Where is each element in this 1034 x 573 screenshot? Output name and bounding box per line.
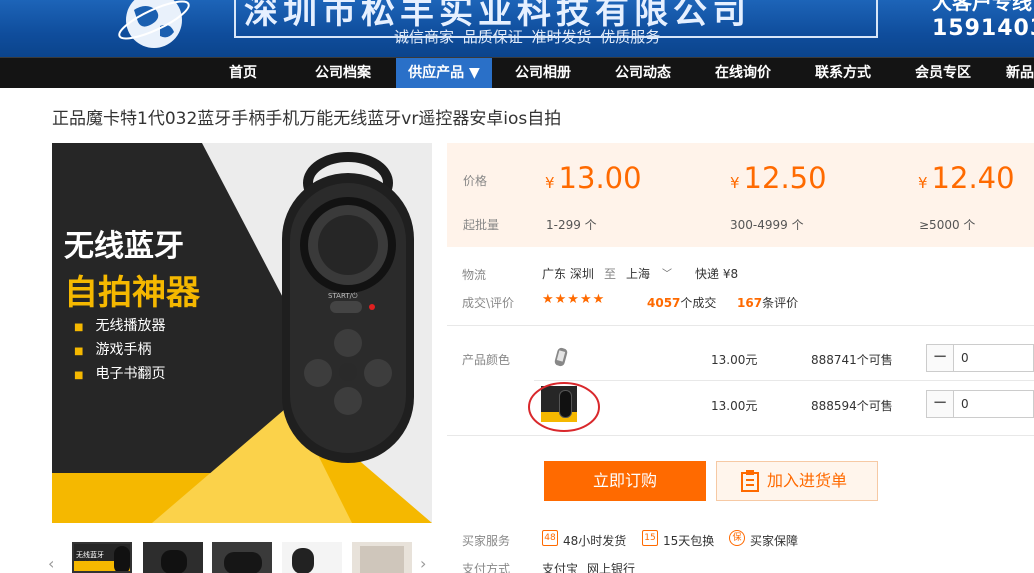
hotline-number: 15914031 (932, 16, 1034, 41)
payment-method: 网上银行 (587, 562, 636, 573)
minus-button[interactable]: − (927, 345, 954, 371)
nav-item-members[interactable]: 会员专区 (906, 58, 980, 88)
price-tier-1: ¥13.00 (545, 161, 642, 195)
thumbnail[interactable] (212, 542, 272, 573)
divider (447, 435, 1034, 436)
add-to-cart-button[interactable]: 加入进货单 (716, 461, 878, 501)
variant-stock: 888741个可售 (811, 353, 893, 367)
nav-item-new[interactable]: 新品 (1006, 58, 1034, 88)
ship-from: 广东 深圳 (542, 267, 594, 281)
express-fee: 快递 ¥8 (695, 267, 739, 281)
nav-item-company-profile[interactable]: 公司档案 (306, 58, 380, 88)
variant-swatch-1[interactable] (546, 342, 582, 378)
highlight-circle-annotation (528, 382, 600, 432)
48h-shipping-icon: 48 (542, 530, 558, 546)
color-label: 产品颜色 (462, 353, 511, 367)
divider (534, 380, 1034, 381)
quantity-stepper[interactable]: − 0 (926, 344, 1034, 372)
main-nav: 首页 公司档案 供应产品 ▼ 公司相册 公司动态 在线询价 联系方式 会员专区 … (0, 57, 1034, 88)
globe-logo-icon (118, 0, 190, 48)
slogan: 诚信商家 品质保证 准时发货 优质服务 (394, 28, 661, 46)
thumb-prev-icon[interactable]: ‹ (48, 554, 60, 573)
price-panel: 价格 起批量 ¥13.00 1-299 个 ¥12.50 300-4999 个 … (447, 143, 1034, 247)
site-header: 深圳市松羊实业科技有限公司 诚信商家 品质保证 准时发货 优质服务 大客户专线 … (0, 0, 1034, 57)
thumb-caption: 自拍神器 (76, 561, 108, 570)
ship-to-select[interactable]: 上海 (626, 265, 650, 282)
payment-label: 支付方式 (462, 562, 511, 573)
quantity-input[interactable]: 0 (961, 397, 969, 411)
payment-method: 支付宝 (542, 562, 579, 573)
divider (447, 325, 1034, 326)
variant-price: 13.00元 (711, 353, 758, 367)
15day-exchange-icon: 15 (642, 530, 658, 546)
service-item: 48小时发货 (563, 534, 627, 548)
ship-to-word: 至 (604, 267, 617, 281)
logistics-label: 物流 (462, 268, 487, 282)
thumbnail[interactable] (143, 542, 203, 573)
thumbnail-strip: ‹ 无线蓝牙 自拍神器 › (48, 542, 432, 573)
price-tier-2: ¥12.50 (730, 161, 827, 195)
nav-item-home[interactable]: 首页 (214, 58, 272, 88)
price-tier-3: ¥12.40 (918, 161, 1015, 195)
image-headline: 无线蓝牙 (64, 229, 184, 264)
range-tier-2: 300-4999 个 (730, 218, 804, 232)
price-label: 价格 (463, 174, 488, 188)
thumb-caption: 无线蓝牙 (76, 551, 104, 559)
review-count[interactable]: 167条评价 (737, 294, 798, 311)
service-item: 买家保障 (750, 534, 799, 548)
nav-item-album[interactable]: 公司相册 (506, 58, 580, 88)
thumb-next-icon[interactable]: › (420, 554, 432, 573)
range-tier-3: ≥5000 个 (919, 218, 976, 232)
nav-item-products[interactable]: 供应产品 ▼ (396, 58, 492, 88)
product-title: 正品魔卡特1代032蓝牙手柄手机万能无线蓝牙vr遥控器安卓ios自拍 (52, 109, 562, 129)
deal-count[interactable]: 4057个成交 (647, 294, 716, 311)
moq-label: 起批量 (463, 218, 500, 232)
quantity-stepper[interactable]: − 0 (926, 390, 1034, 418)
image-feature-item: ■ 无线播放器 (74, 318, 166, 334)
image-feature-list: ■ 无线播放器 ■ 游戏手柄 ■ 电子书翻页 (74, 315, 165, 387)
image-subheadline: 自拍神器 (64, 273, 200, 313)
product-main-image: 无线蓝牙 自拍神器 ■ 无线播放器 ■ 游戏手柄 ■ 电子书翻页 START/⏻ (52, 143, 432, 523)
variant-stock: 888594个可售 (811, 399, 893, 413)
nav-item-contact[interactable]: 联系方式 (806, 58, 880, 88)
image-feature-item: ■ 游戏手柄 (74, 342, 152, 358)
hotline-label: 大客户专线 (932, 0, 1032, 14)
deals-label: 成交\评价 (462, 296, 515, 310)
range-tier-1: 1-299 个 (546, 218, 597, 232)
services-label: 买家服务 (462, 534, 511, 548)
image-feature-item: ■ 电子书翻页 (74, 366, 166, 382)
nav-item-inquiry[interactable]: 在线询价 (706, 58, 780, 88)
minus-button[interactable]: − (927, 391, 954, 417)
thumbnail[interactable] (352, 542, 412, 573)
order-now-button[interactable]: 立即订购 (544, 461, 706, 501)
buyer-protection-icon: 保 (729, 530, 745, 546)
page: { "header": { "company_name": "深圳市松羊实业科技… (0, 0, 1034, 573)
start-button-label: START/⏻ (328, 292, 358, 300)
service-item: 15天包换 (663, 534, 715, 548)
thumbnail[interactable] (282, 542, 342, 573)
chevron-down-icon[interactable]: ﹀ (662, 265, 672, 280)
variant-price: 13.00元 (711, 399, 758, 413)
add-to-cart-label: 加入进货单 (767, 471, 848, 490)
thumbnail[interactable]: 无线蓝牙 自拍神器 (72, 542, 132, 573)
nav-item-news[interactable]: 公司动态 (606, 58, 680, 88)
quantity-input[interactable]: 0 (961, 351, 969, 365)
clipboard-icon (741, 470, 759, 492)
rating-stars: ★★★★★ (542, 292, 606, 307)
